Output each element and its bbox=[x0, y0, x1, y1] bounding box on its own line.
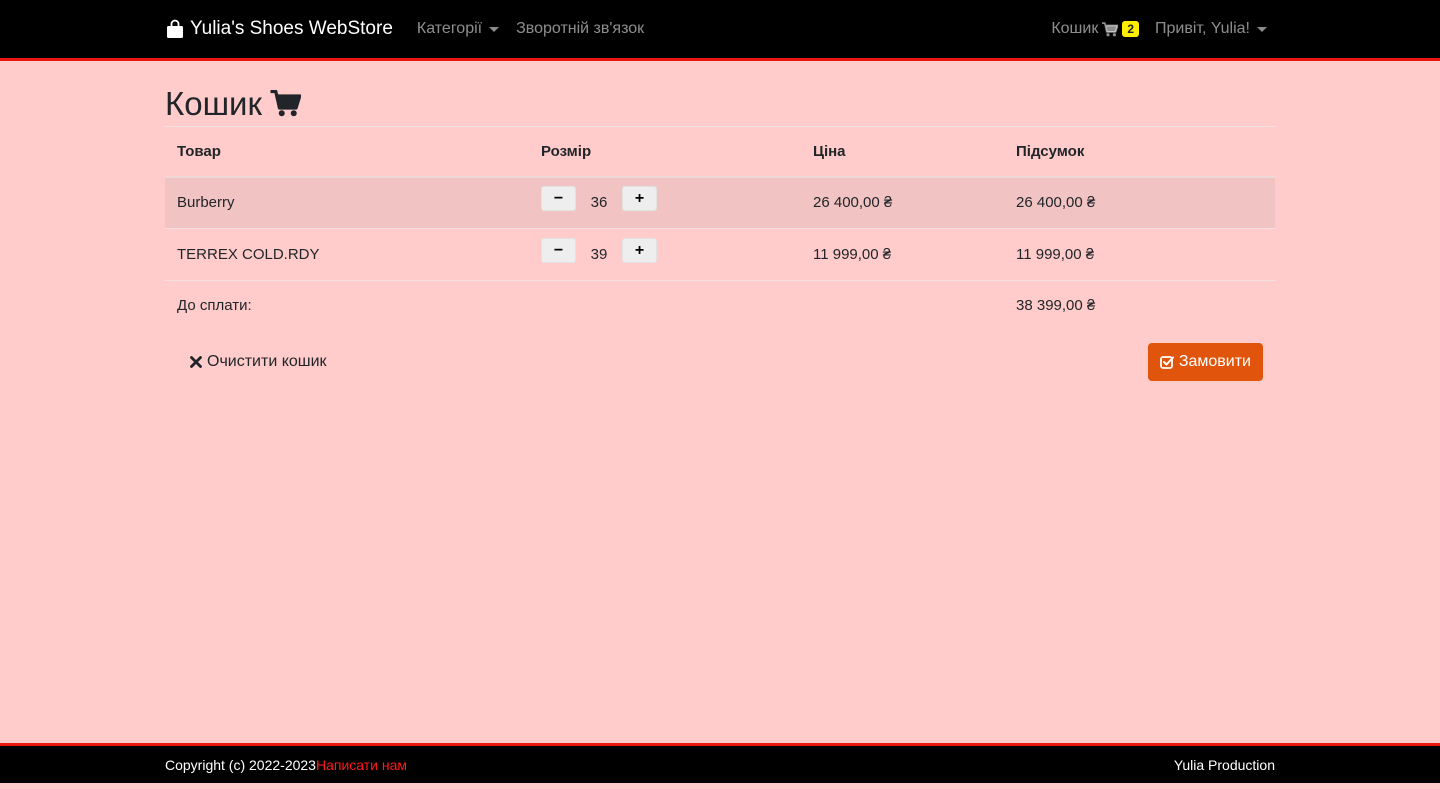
header-product: Товар bbox=[165, 126, 529, 178]
header-subtotal: Підсумок bbox=[1004, 126, 1275, 178]
page-title-text: Кошик bbox=[165, 84, 262, 122]
navbar-right: Кошик 2 Привіт, Yulia! bbox=[1051, 20, 1275, 38]
size-value: 39 bbox=[590, 246, 608, 263]
categories-dropdown[interactable]: Категорії bbox=[416, 20, 500, 38]
chevron-down-icon bbox=[1257, 26, 1267, 32]
decrease-size-button[interactable]: − bbox=[541, 238, 576, 263]
increase-size-button[interactable]: + bbox=[622, 238, 657, 263]
product-name: TERREX COLD.RDY bbox=[165, 228, 529, 281]
brand-name: Yulia's Shoes WebStore bbox=[190, 18, 393, 39]
size-cell: − 39 + bbox=[529, 228, 801, 281]
total-row: До сплати: 38 399,00 ₴ bbox=[165, 280, 1275, 331]
size-value: 36 bbox=[590, 194, 608, 212]
table-header-row: Товар Розмір Ціна Підсумок bbox=[165, 126, 1275, 178]
categories-label: Категорії bbox=[416, 20, 483, 37]
top-navbar: Yulia's Shoes WebStore Категорії Зворотн… bbox=[0, 0, 1440, 61]
contact-label: Зворотній зв'язок bbox=[516, 20, 645, 37]
shopping-bag-icon bbox=[165, 19, 185, 39]
page-title: Кошик bbox=[165, 81, 1275, 126]
clear-cart-button[interactable]: Очистити кошик bbox=[190, 353, 327, 371]
price-value: 26 400,00 ₴ bbox=[801, 176, 1004, 229]
table-row: TERREX COLD.RDY − 39 + 11 999,00 ₴ 11 99… bbox=[165, 228, 1275, 281]
cart-table: Товар Розмір Ціна Підсумок Burberry − 36… bbox=[165, 126, 1275, 331]
shopping-cart-icon bbox=[270, 90, 301, 117]
decrease-size-button[interactable]: − bbox=[541, 186, 576, 212]
subtotal-value: 26 400,00 ₴ bbox=[1004, 176, 1275, 229]
user-dropdown[interactable]: Привіт, Yulia! bbox=[1155, 20, 1267, 38]
write-us-link[interactable]: Написати нам bbox=[316, 757, 407, 773]
main-content: Кошик Товар Розмір Ціна Підсумок Burberr… bbox=[165, 61, 1275, 393]
order-button[interactable]: Замовити bbox=[1147, 342, 1263, 381]
check-square-icon bbox=[1159, 355, 1174, 369]
total-label: До сплати: bbox=[165, 280, 529, 331]
production-text: Yulia Production bbox=[1173, 756, 1275, 773]
header-price: Ціна bbox=[801, 126, 1004, 178]
brand-link[interactable]: Yulia's Shoes WebStore bbox=[165, 18, 393, 40]
chevron-down-icon bbox=[489, 26, 500, 32]
user-greeting: Привіт, Yulia! bbox=[1155, 20, 1250, 37]
cart-actions: Очистити кошик Замовити bbox=[165, 331, 1275, 393]
size-cell: − 36 + bbox=[529, 176, 801, 229]
footer-inner: Copyright (c) 2022-2023 Написати нам Yul… bbox=[165, 746, 1275, 783]
total-value: 38 399,00 ₴ bbox=[1004, 280, 1275, 331]
product-name: Burberry bbox=[165, 176, 529, 229]
price-value: 11 999,00 ₴ bbox=[801, 228, 1004, 281]
close-icon bbox=[190, 355, 202, 368]
cart-count-badge: 2 bbox=[1122, 21, 1140, 37]
subtotal-value: 11 999,00 ₴ bbox=[1004, 228, 1275, 281]
contact-link[interactable]: Зворотній зв'язок bbox=[516, 20, 644, 38]
order-label: Замовити bbox=[1178, 352, 1251, 370]
cart-label: Кошик bbox=[1051, 20, 1099, 37]
increase-size-button[interactable]: + bbox=[622, 186, 657, 212]
copyright-text: Copyright (c) 2022-2023 bbox=[165, 756, 316, 773]
navbar-inner: Yulia's Shoes WebStore Категорії Зворотн… bbox=[165, 0, 1275, 58]
clear-cart-label: Очистити кошик bbox=[207, 352, 327, 370]
table-row: Burberry − 36 + 26 400,00 ₴ 26 400,00 ₴ bbox=[165, 176, 1275, 229]
shopping-cart-icon bbox=[1102, 21, 1119, 37]
cart-link[interactable]: Кошик 2 bbox=[1051, 20, 1140, 38]
header-size: Розмір bbox=[529, 126, 801, 178]
page-footer: Copyright (c) 2022-2023 Написати нам Yul… bbox=[0, 743, 1440, 783]
